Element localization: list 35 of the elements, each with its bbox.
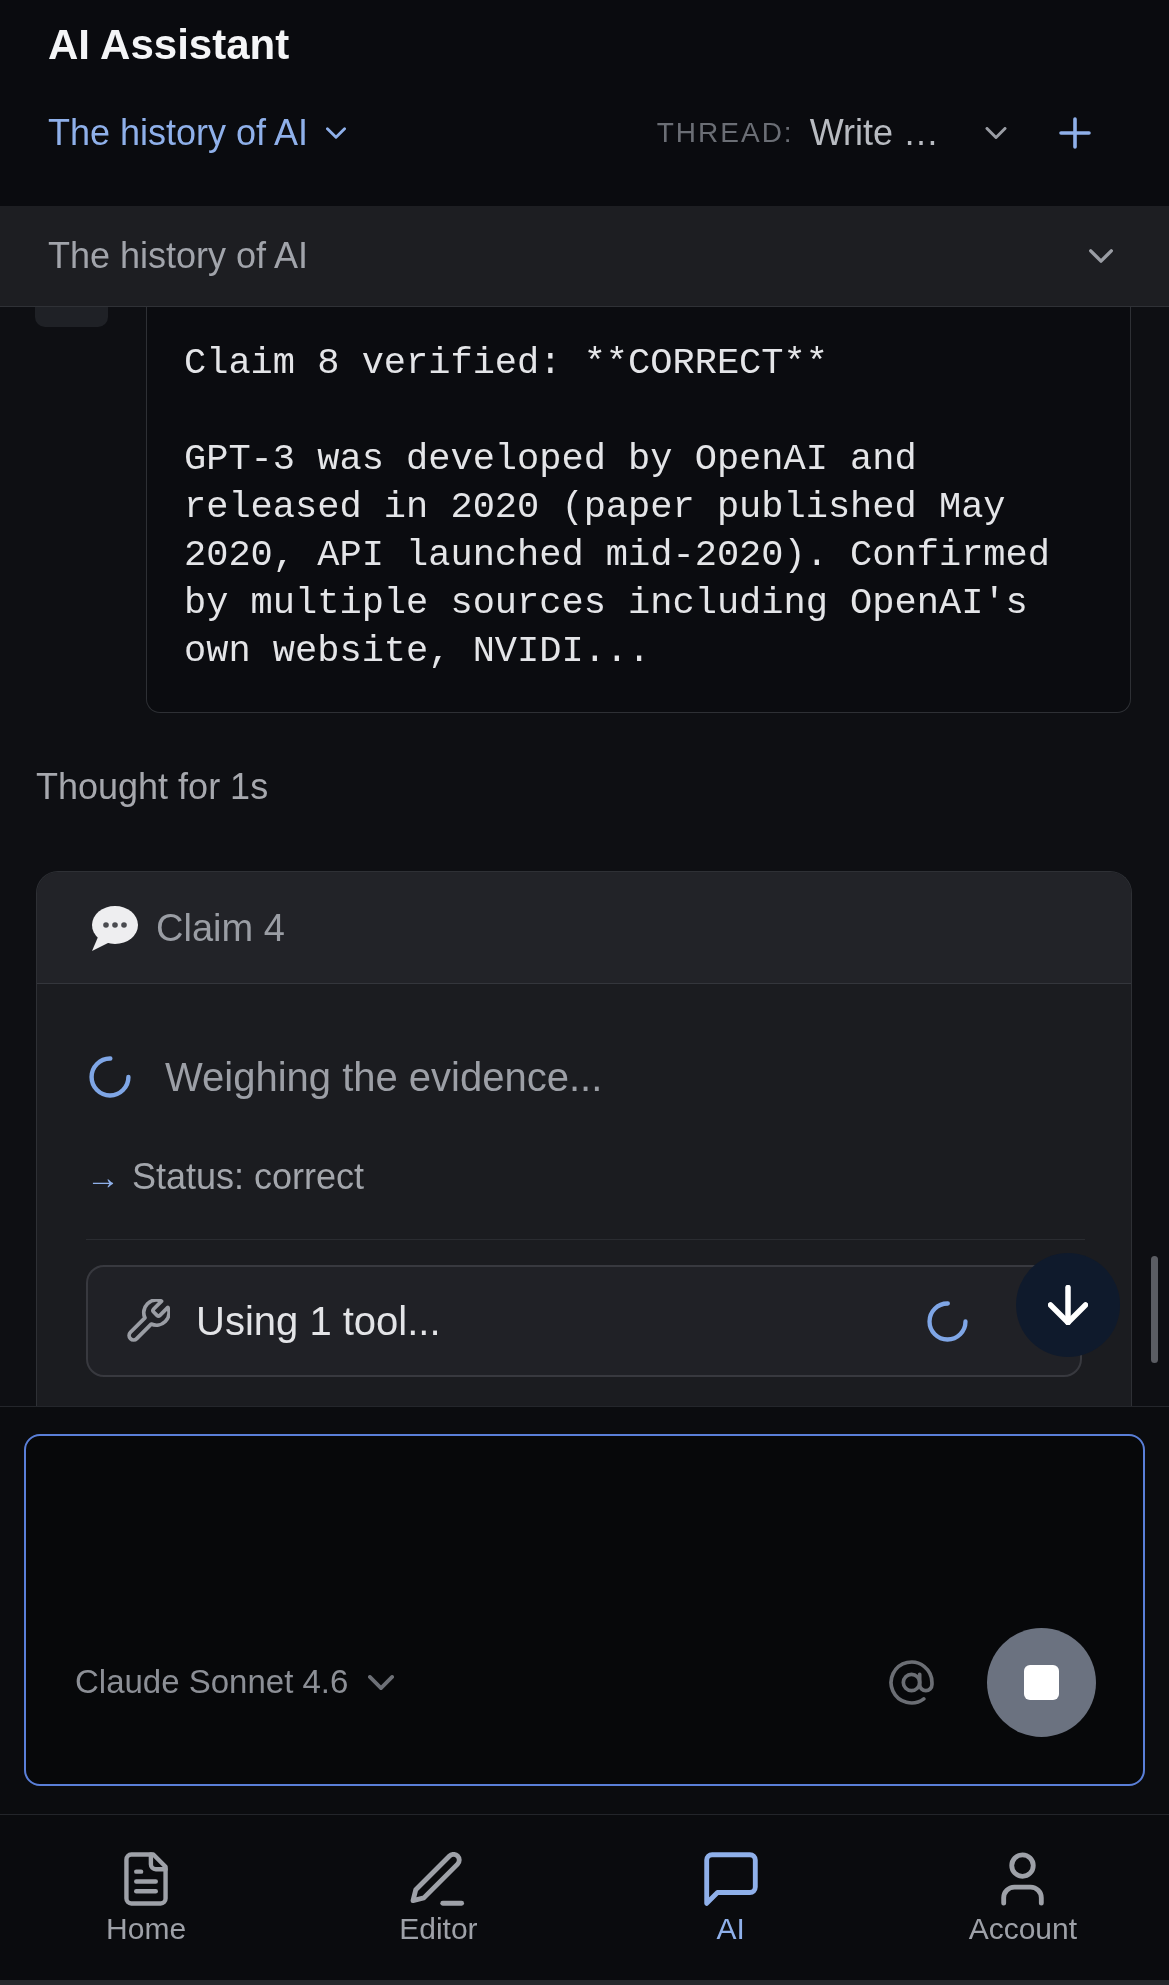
pencil-icon [410,1852,467,1906]
nav-tab[interactable]: AI [584,1815,877,1980]
plus-icon [1059,117,1091,149]
output-text: Claim 8 verified: **CORRECT** GPT-3 was developed by OpenAI and released in 2020 (paper published May 2020, API launched mid-2020). Confirmed by multiple sources including OpenAI's own website, NVIDI... [184,341,1051,674]
progress-text: Weighing the evidence... [165,1054,603,1101]
tool-call-row[interactable]: Using 1 tool... [86,1265,1082,1377]
stop-square-icon [1024,1664,1059,1700]
nav-tab[interactable]: Editor [292,1815,585,1980]
at-sign-icon [888,1659,934,1705]
scrollbar-thumb[interactable] [1151,1256,1158,1363]
app-title: AI Assistant [48,20,290,70]
loading-spinner-icon [89,1056,131,1098]
arrow-glyph: → [86,1157,120,1198]
person-icon [1001,1852,1045,1906]
thread-selector[interactable]: Write … [809,111,1007,155]
document-bar[interactable]: The history of AI [0,206,1169,307]
nav-tab[interactable]: Account [876,1815,1169,1980]
wrench-icon [126,1299,170,1343]
chevron-down-icon [326,127,347,139]
speech-bubble-icon [89,903,139,952]
loading-spinner-icon [927,1300,968,1342]
message-input[interactable]: Claude Sonnet 4.6 [24,1434,1145,1786]
chevron-down-icon [368,1674,395,1690]
chevron-down-icon [1089,249,1113,263]
claim-title: Claim 4 [156,905,285,951]
nav-tab[interactable]: Home [0,1815,293,1980]
document-icon [124,1852,169,1906]
document-selector[interactable]: The history of AI [48,111,347,155]
mention-button[interactable] [888,1659,934,1705]
chat-bubble-icon [702,1852,759,1906]
thought-duration: Thought for 1s [36,765,269,809]
model-selector[interactable]: Claude Sonnet 4.6 [75,1661,395,1703]
thread-label: THREAD: [656,116,794,150]
status-text: Status: correct [132,1155,365,1199]
chevron-down-icon [985,127,1007,139]
